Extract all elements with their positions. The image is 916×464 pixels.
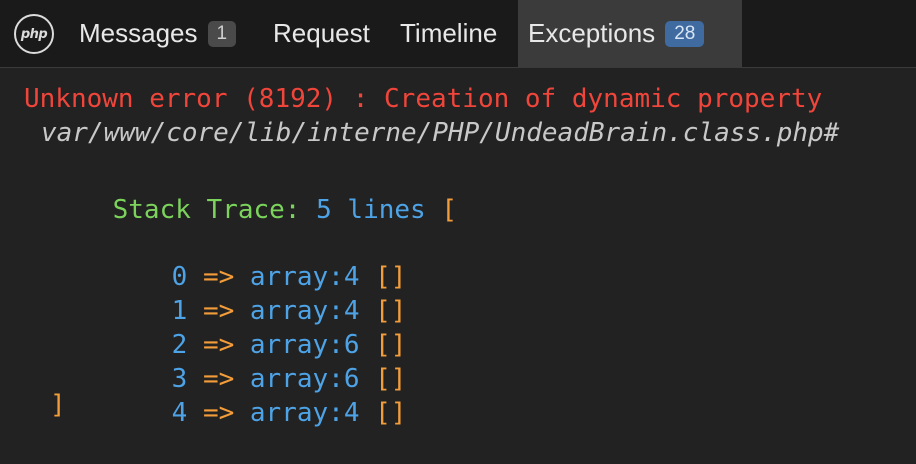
exception-message[interactable]: Unknown error (8192) : Creation of dynam… xyxy=(24,82,822,116)
tab-timeline[interactable]: Timeline xyxy=(400,0,497,67)
stack-trace-label: Stack Trace: xyxy=(112,195,301,225)
trace-row[interactable]: 4 => array:4 [] xyxy=(109,362,407,464)
stack-trace-count: 5 lines xyxy=(316,195,426,225)
messages-count-badge: 1 xyxy=(207,20,237,47)
stack-trace-open-bracket[interactable]: [ xyxy=(441,195,457,225)
exception-file-path[interactable]: var/www/core/lib/interne/PHP/UndeadBrain… xyxy=(41,116,839,150)
tab-messages-label: Messages xyxy=(79,18,198,48)
exception-panel: Unknown error (8192) : Creation of dynam… xyxy=(0,68,916,440)
tab-timeline-label: Timeline xyxy=(400,18,498,48)
exceptions-count-badge: 28 xyxy=(665,20,705,47)
debugbar-toolbar: php Messages 1 Request Timeline Exceptio… xyxy=(0,0,916,68)
trace-row-value: array:4 xyxy=(249,398,360,428)
tab-exceptions[interactable]: Exceptions 28 xyxy=(518,0,742,67)
tab-exceptions-label: Exceptions xyxy=(528,18,656,48)
tab-request-label: Request xyxy=(273,18,370,48)
trace-row-expand-toggle[interactable]: [] xyxy=(375,398,406,428)
stack-trace-close-bracket[interactable]: ] xyxy=(50,388,66,422)
logo-text: php xyxy=(20,26,48,42)
php-logo-icon[interactable]: php xyxy=(14,14,54,54)
tab-request[interactable]: Request xyxy=(273,0,370,67)
tab-messages[interactable]: Messages 1 xyxy=(79,0,237,67)
trace-row-arrow: => xyxy=(202,398,235,428)
trace-row-index: 4 xyxy=(171,398,188,428)
